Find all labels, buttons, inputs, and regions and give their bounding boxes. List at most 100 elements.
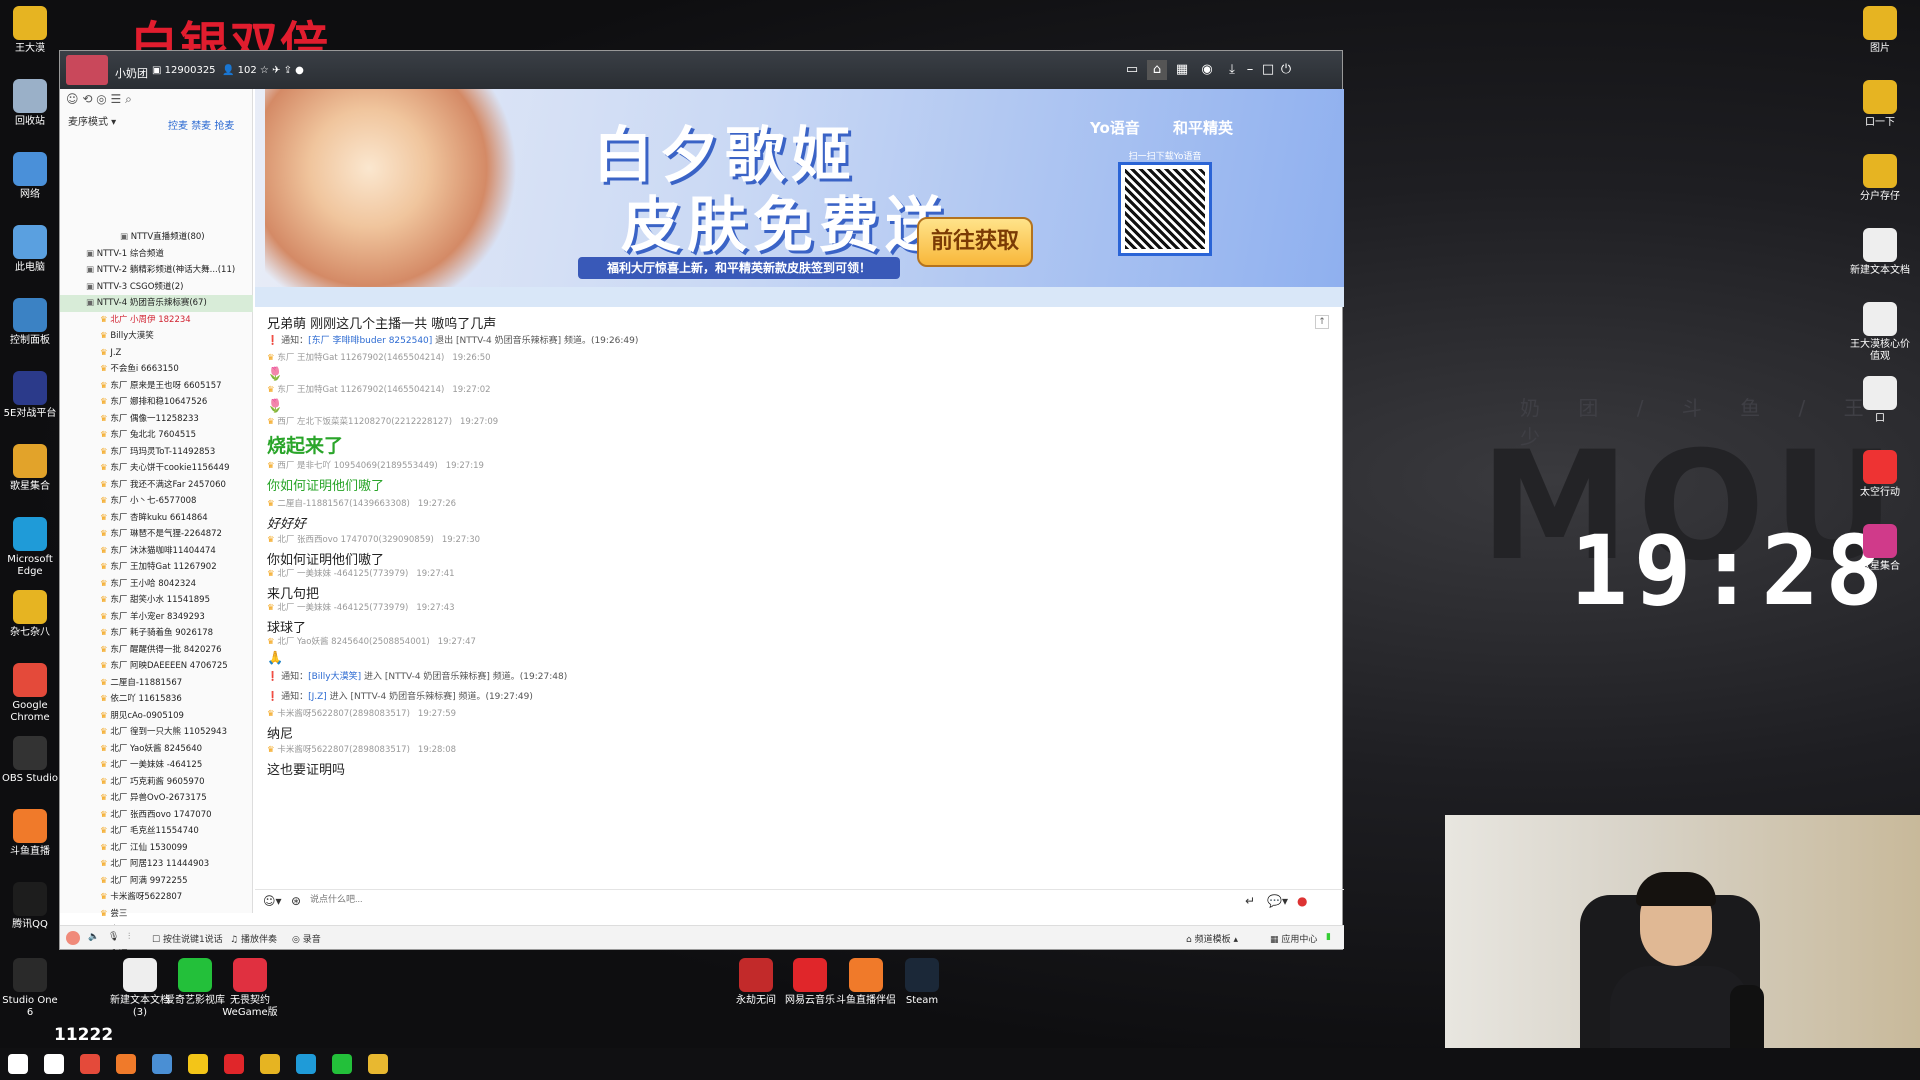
chat-mode-icon[interactable]: 💬▾	[1267, 894, 1288, 908]
notice-user[interactable]: [J.Z]	[308, 692, 327, 702]
member-row[interactable]: ♛ 北厂 徨到一只大熊 11052943	[60, 724, 253, 741]
desktop-icon-desktop_right-2[interactable]: 分户存仔	[1850, 154, 1910, 203]
member-row[interactable]: ♛ 东厂 杏眸kuku 6614864	[60, 510, 253, 527]
member-row[interactable]: ♛ 东厂 甜笑小水 11541895	[60, 592, 253, 609]
desktop-icon-desktop_right-4[interactable]: 王大漠核心价值观	[1850, 302, 1910, 363]
desktop-icon-desktop_left-5[interactable]: 5E对战平台	[0, 371, 60, 420]
message-sender[interactable]: 二厘自-11881567(1439663308)	[277, 499, 410, 509]
member-row[interactable]: ♛ 北厂 阿居123 11444903	[60, 856, 253, 873]
desktop-icon-desktop_left-7[interactable]: Microsoft Edge	[0, 517, 60, 578]
power-icon[interactable]: ⏻	[1276, 60, 1296, 80]
member-row[interactable]: ♛ 东厂 娜排和稳10647526	[60, 394, 253, 411]
douyu-icon[interactable]	[116, 1054, 136, 1074]
member-row[interactable]: ♛ 北厂 异兽OvO-2673175	[60, 790, 253, 807]
scroll-top-icon[interactable]: ↑	[1315, 315, 1329, 329]
notice-user[interactable]: [东厂 李啡啡buder 8252540]	[308, 336, 432, 346]
member-row[interactable]: ♛ 东厂 阿映DAEEEEN 4706725	[60, 658, 253, 675]
folder-icon[interactable]	[260, 1054, 280, 1074]
member-row[interactable]: ♛ 东厂 夫心饼干cookie1156449	[60, 460, 253, 477]
message-sender[interactable]: 北厂 张西西ovo 1747070(329090859)	[277, 535, 434, 545]
member-row[interactable]: ♛ 不会鱼i 6663150	[60, 361, 253, 378]
send-icon[interactable]: ↵	[1245, 894, 1255, 908]
member-row[interactable]: ♛ 东厂 玛玛灵ToT-11492853	[60, 444, 253, 461]
minimize-icon[interactable]: –	[1240, 60, 1260, 80]
search-icon[interactable]: ⌕	[125, 92, 132, 106]
desktop-icon-desktop_bottom-1[interactable]: 新建文本文档 (3)	[110, 958, 170, 1019]
message-sender[interactable]: 北厂 一美妹妹 -464125(773979)	[277, 603, 408, 613]
history-icon[interactable]: ⟲	[82, 92, 92, 106]
desktop-icon-desktop_left-9[interactable]: Google Chrome	[0, 663, 60, 724]
user-icon[interactable]: ☺	[66, 92, 79, 106]
owl-icon[interactable]	[368, 1054, 388, 1074]
desktop-icon-desktop_bottom-3[interactable]: 无畏契约 WeGame版	[220, 958, 280, 1019]
member-row[interactable]: ♛ 东厂 王小哈 8042324	[60, 576, 253, 593]
edge-icon[interactable]	[296, 1054, 316, 1074]
list-icon[interactable]: ☰	[111, 92, 122, 106]
channel-node[interactable]: ▣ NTTV-2 躺精彩频道(神话大舞...(11)	[60, 262, 253, 279]
desktop-icon-desktop_left-8[interactable]: 杂七杂八	[0, 590, 60, 639]
desktop-icon-desktop_left-3[interactable]: 此电脑	[0, 225, 60, 274]
message-sender[interactable]: 东厂 王加特Gat 11267902(1465504214)	[277, 353, 444, 363]
desktop-icon-desktop_right-3[interactable]: 新建文本文档	[1850, 228, 1910, 277]
member-row[interactable]: ♛ 东厂 偶像一11258233	[60, 411, 253, 428]
studio-icon[interactable]	[152, 1054, 172, 1074]
banner-get-button[interactable]: 前往获取	[917, 217, 1033, 267]
desktop-icon-desktop_right-7[interactable]: 歌星集合	[1850, 524, 1910, 573]
member-row[interactable]: ♛ 东厂 兔北北 7604515	[60, 427, 253, 444]
message-sender[interactable]: 卡米酱呀5622807(2898083517)	[277, 745, 410, 755]
window-titlebar[interactable]: 小奶团 ▣ 12900325 👤 102 ☆ ✈ ⇪ ● ▭ ⌂ ▦ ◉ ⤓ –…	[60, 51, 1342, 89]
message-sender[interactable]: 西厂 左北下饭菜菜11208270(2212228127)	[277, 417, 452, 427]
link-control-mic[interactable]: 控麦	[168, 121, 188, 132]
download-icon[interactable]: ⤓	[1222, 60, 1242, 80]
notice-user[interactable]: [Billy大漠笑]	[308, 672, 361, 682]
desktop-icon-desktop_right-6[interactable]: 太空行动	[1850, 450, 1910, 499]
netease-icon[interactable]	[224, 1054, 244, 1074]
message-sender[interactable]: 北厂 Yao妖酱 8245640(2508854001)	[277, 637, 429, 647]
home-icon[interactable]: ⌂	[1147, 60, 1167, 80]
channel-node[interactable]: ▣ NTTV直播频道(80)	[60, 229, 253, 246]
member-row[interactable]: ♛ 北厂 阿满 9972255	[60, 873, 253, 890]
desktop-icon-desktop_right-1[interactable]: 口一下	[1850, 80, 1910, 129]
member-row[interactable]: ♛ 朋见cAo-0905109	[60, 708, 253, 725]
record-button[interactable]: ◎ 录音	[292, 932, 321, 945]
app-center-button[interactable]: ▦ 应用中心	[1270, 932, 1317, 945]
member-row[interactable]: ♛ 东厂 沐沐猫咖啡11404474	[60, 543, 253, 560]
windows-icon[interactable]	[8, 1054, 28, 1074]
promo-banner[interactable]: 白夕歌姬 皮肤免费送 福利大厅惊喜上新，和平精英新款皮肤签到可领！ 前往获取 Y…	[255, 89, 1344, 287]
desktop-icon-desktop_left-6[interactable]: 歌星集合	[0, 444, 60, 493]
desktop-icon-desktop_left-12[interactable]: 腾讯QQ	[0, 882, 60, 931]
wechat-icon[interactable]	[332, 1054, 352, 1074]
push-to-talk-toggle[interactable]: ☐ 按住说键1说话	[152, 932, 223, 945]
desktop-icon-desktop_bottom-4[interactable]: 永劫无间	[726, 958, 786, 1007]
desktop-icon-desktop_left-4[interactable]: 控制面板	[0, 298, 60, 347]
member-row[interactable]: ♛ 东厂 我还不满这Far 2457060	[60, 477, 253, 494]
link-grab-mic[interactable]: 抢麦	[214, 121, 234, 132]
microphone-icon[interactable]: 🎙	[108, 932, 119, 942]
member-row[interactable]: ♛ 北厂 巧克莉酱 9605970	[60, 774, 253, 791]
member-row[interactable]: ♛ Billy大漠笑	[60, 328, 253, 345]
emoji-icon[interactable]: ☺▾	[263, 894, 282, 908]
yy-icon[interactable]	[188, 1054, 208, 1074]
member-row[interactable]: ♛ 北厂 张西西ovo 1747070	[60, 807, 253, 824]
message-sender[interactable]: 卡米酱呀5622807(2898083517)	[277, 709, 410, 719]
member-row[interactable]: ♛ 东厂 王加特Gat 11267902	[60, 559, 253, 576]
member-row[interactable]: ♛ 北厂 Yao妖酱 8245640	[60, 741, 253, 758]
link-ban-mic[interactable]: 禁麦	[191, 121, 211, 132]
member-row[interactable]: ♛ 东厂 羊小宠er 8349293	[60, 609, 253, 626]
desktop-icon-desktop_left-10[interactable]: OBS Studio	[0, 736, 60, 785]
member-row[interactable]: ♛ J.Z	[60, 345, 253, 362]
member-row[interactable]: ♛ 东厂 醒醒供得一批 8420276	[60, 642, 253, 659]
mixer-icon[interactable]: ⫶	[128, 932, 130, 942]
member-row[interactable]: ♛ 二厘自-11881567	[60, 675, 253, 692]
member-row[interactable]: ♛ 卡米酱呀5622807	[60, 889, 253, 906]
message-sender[interactable]: 东厂 王加特Gat 11267902(1465504214)	[277, 385, 444, 395]
member-row[interactable]: ♛ 北厂 毛克丝11554740	[60, 823, 253, 840]
channel-template-button[interactable]: ⌂ 频道模板 ▴	[1186, 932, 1238, 945]
channel-node[interactable]: ▣ NTTV-4 奶团音乐辣标赛(67)	[60, 295, 253, 312]
member-row[interactable]: ♛ 东厂 小丶七-6577008	[60, 493, 253, 510]
channel-node[interactable]: ▣ NTTV-3 CSGO频道(2)	[60, 279, 253, 296]
channel-avatar[interactable]	[66, 55, 108, 85]
music-button[interactable]: ♫ 播放伴奏	[230, 932, 277, 945]
member-row[interactable]: ♛ 东厂 原来是王也呀 6605157	[60, 378, 253, 395]
user-avatar-icon[interactable]	[66, 931, 80, 945]
